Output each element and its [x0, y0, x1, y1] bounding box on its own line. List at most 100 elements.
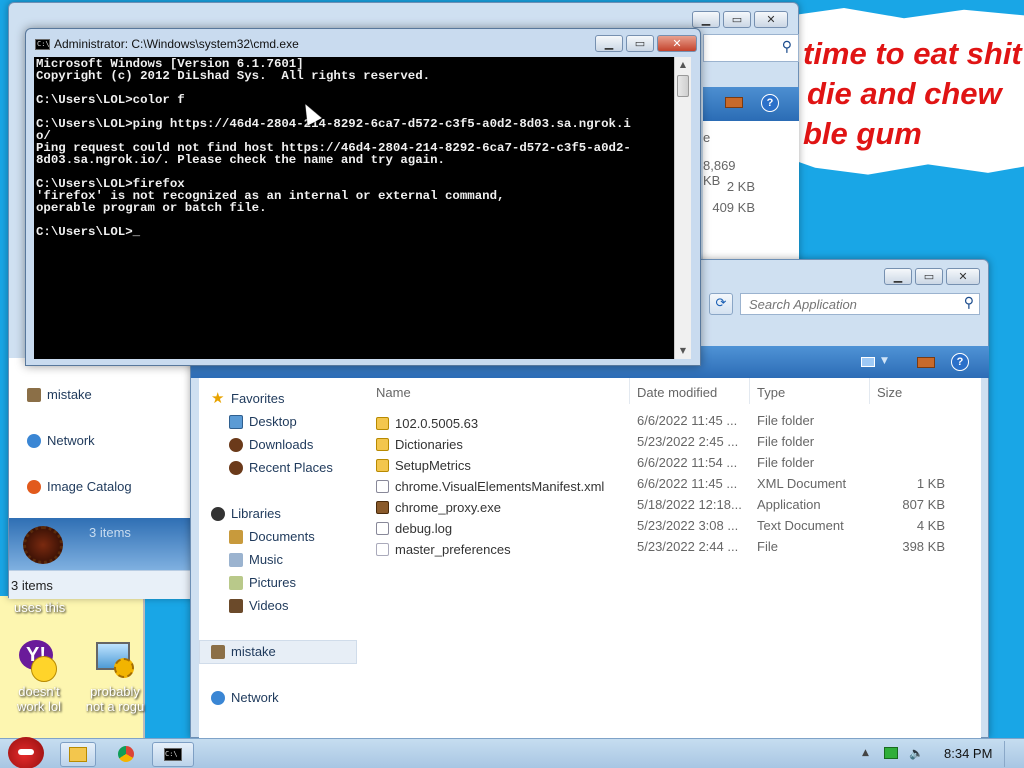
file-name[interactable]: chrome_proxy.exe — [395, 500, 501, 515]
back-details-pane: 3 items — [9, 518, 191, 570]
column-divider[interactable] — [629, 378, 630, 404]
file-size: 4 KB — [916, 518, 945, 533]
file-type: Text Document — [757, 518, 844, 533]
nav-favorites[interactable]: ★ Favorites — [211, 391, 284, 407]
back-nav-mistake[interactable]: mistake — [27, 387, 92, 402]
column-divider[interactable] — [749, 378, 750, 404]
nav-videos[interactable]: Videos — [229, 598, 289, 613]
tray-expand-icon[interactable]: ▲ — [862, 748, 869, 758]
back-selected-count: 3 items — [89, 525, 131, 540]
nav-pictures-label: Pictures — [249, 575, 296, 590]
nav-music-label: Music — [249, 552, 283, 567]
close-button[interactable]: ✕ — [657, 35, 697, 52]
file-date: 6/6/2022 11:45 ... — [637, 413, 738, 428]
desktop-icon-yahoo-label-2: work lol — [16, 699, 62, 714]
back-status-bar: 3 items — [9, 570, 191, 599]
maximize-button[interactable]: ▭ — [723, 11, 751, 28]
scroll-up-icon[interactable]: ▲ — [675, 57, 691, 73]
file-type: Application — [757, 497, 821, 512]
column-header-date[interactable]: Date modified — [637, 385, 717, 405]
file-type: File folder — [757, 413, 815, 428]
back-status-text: 3 items — [11, 578, 53, 593]
file-size: 807 KB — [902, 497, 945, 512]
file-type: File folder — [757, 434, 815, 449]
column-header-name[interactable]: Name — [376, 385, 411, 405]
clock[interactable]: 8:34 PM — [944, 746, 992, 761]
console-scrollbar[interactable]: ▲ ▼ — [674, 57, 691, 359]
column-divider[interactable] — [869, 378, 870, 404]
nav-recent-places[interactable]: Recent Places — [229, 460, 333, 475]
nav-desktop[interactable]: Desktop — [229, 414, 297, 429]
help-icon[interactable]: ? — [951, 353, 969, 371]
nav-libraries[interactable]: Libraries — [211, 506, 281, 521]
column-header-size[interactable]: Size — [877, 385, 902, 405]
file-size: 398 KB — [902, 539, 945, 554]
nav-music[interactable]: Music — [229, 552, 283, 567]
taskbar-explorer[interactable] — [60, 742, 96, 767]
minimize-button[interactable]: ▁ — [884, 268, 912, 285]
search-box[interactable]: ⚲ — [740, 293, 980, 315]
search-icon: ⚲ — [781, 39, 792, 55]
back-nav-image-catalog-label: Image Catalog — [47, 479, 132, 494]
chevron-down-icon[interactable]: ▼ — [881, 356, 888, 366]
nav-documents[interactable]: Documents — [229, 529, 315, 544]
file-date: 5/23/2022 3:08 ... — [637, 518, 739, 533]
taskbar-chrome[interactable] — [106, 742, 146, 767]
network-icon — [211, 690, 225, 705]
close-button[interactable]: ✕ — [754, 11, 788, 28]
back-nav-network-label: Network — [47, 433, 95, 448]
cmd-window[interactable]: C:\ Administrator: C:\Windows\system32\c… — [25, 28, 701, 366]
desktop-icon-monitor[interactable]: probably not a rogu — [82, 640, 148, 714]
file-name[interactable]: chrome.VisualElementsManifest.xml — [395, 479, 604, 494]
nav-network[interactable]: Network — [211, 690, 279, 705]
file-type: File folder — [757, 455, 815, 470]
nav-downloads[interactable]: Downloads — [229, 437, 313, 452]
nav-desktop-label: Desktop — [249, 414, 297, 429]
column-header-type[interactable]: Type — [757, 385, 785, 405]
explorer-icon — [69, 747, 87, 762]
cmd-title: Administrator: C:\Windows\system32\cmd.e… — [54, 37, 299, 51]
nav-pictures[interactable]: Pictures — [229, 575, 296, 590]
monitor-gears-icon — [92, 640, 138, 684]
file-name[interactable]: SetupMetrics — [395, 458, 471, 473]
taskbar-cmd[interactable]: C:\ — [152, 742, 194, 767]
file-name[interactable]: debug.log — [395, 521, 452, 536]
view-options-icon[interactable] — [861, 357, 875, 367]
file-name[interactable]: 102.0.5005.63 — [395, 416, 478, 431]
nav-mistake-label: mistake — [231, 644, 276, 659]
back-nav-network[interactable]: Network — [27, 433, 95, 448]
refresh-button[interactable]: ⟳ — [709, 293, 733, 315]
xml-file-icon — [376, 479, 389, 493]
show-desktop-button[interactable] — [1004, 741, 1018, 767]
scroll-thumb[interactable] — [677, 75, 689, 97]
back-search-box[interactable]: ⚲ — [703, 34, 799, 62]
nav-mistake[interactable]: mistake — [211, 644, 276, 659]
volume-icon[interactable]: 🔈 — [909, 747, 925, 760]
minimize-button[interactable]: ▁ — [595, 35, 623, 52]
desktop-icon-yahoo[interactable]: Y! doesn't work lol — [8, 640, 70, 714]
start-button[interactable] — [4, 733, 48, 768]
file-name[interactable]: Dictionaries — [395, 437, 463, 452]
file-icon — [376, 542, 389, 556]
help-icon[interactable]: ? — [761, 94, 779, 112]
cmd-window-controls: ▁ ▭ ✕ — [595, 35, 697, 52]
file-list: Name Date modified Type Size 102.0.5005.… — [359, 378, 981, 739]
file-name[interactable]: master_preferences — [395, 542, 511, 557]
search-input[interactable] — [743, 295, 953, 313]
cmd-icon: C:\ — [35, 39, 50, 50]
back-nav-image-catalog[interactable]: Image Catalog — [27, 479, 132, 494]
minimize-button[interactable]: ▁ — [692, 11, 720, 28]
close-button[interactable]: ✕ — [946, 268, 980, 285]
mine-icon — [23, 526, 63, 564]
console-output[interactable]: Microsoft Windows [Version 6.1.7601] Cop… — [34, 57, 691, 359]
preview-pane-icon[interactable] — [917, 357, 935, 368]
libraries-icon — [211, 506, 225, 521]
network-status-icon[interactable] — [884, 747, 898, 759]
file-date: 5/23/2022 2:44 ... — [637, 539, 739, 554]
maximize-button[interactable]: ▭ — [915, 268, 943, 285]
nav-videos-label: Videos — [249, 598, 289, 613]
pictures-icon — [229, 575, 243, 590]
file-size — [877, 434, 945, 454]
maximize-button[interactable]: ▭ — [626, 35, 654, 52]
scroll-down-icon[interactable]: ▼ — [675, 343, 691, 359]
